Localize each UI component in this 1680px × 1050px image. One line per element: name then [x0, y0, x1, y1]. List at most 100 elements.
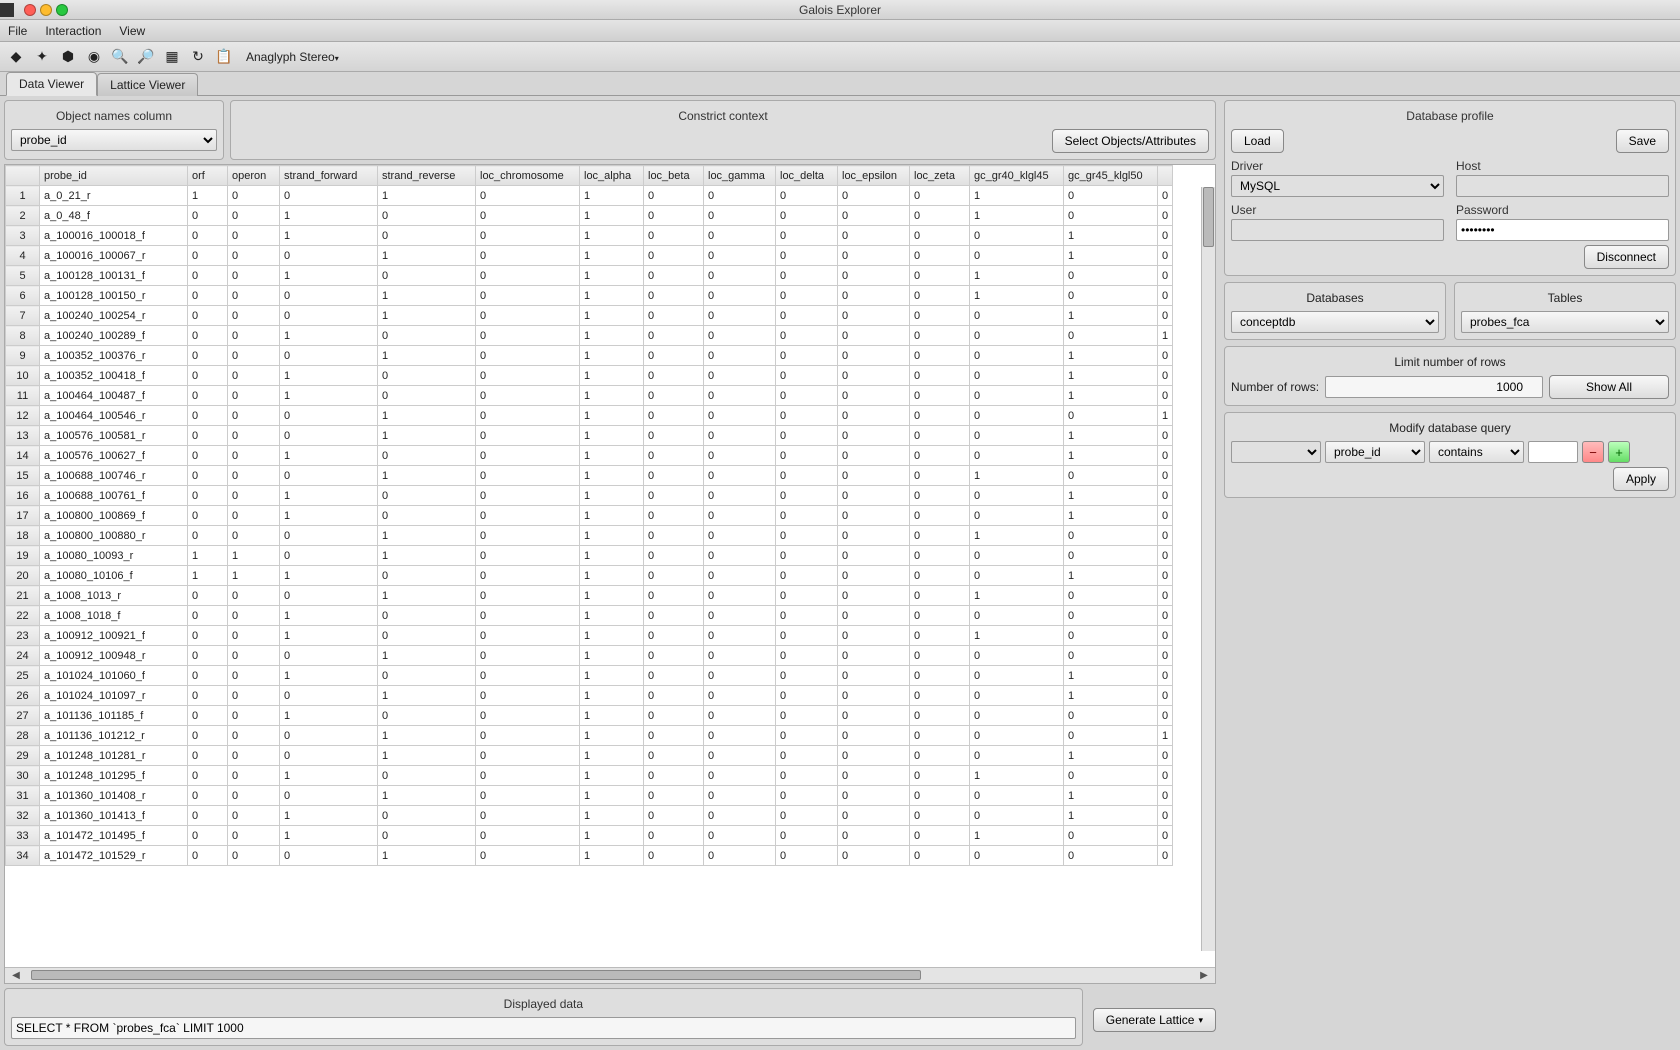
cell[interactable]: 0 — [838, 746, 910, 766]
cell[interactable]: 0 — [1064, 726, 1158, 746]
table-row[interactable]: 2a_0_48_f00100100000100 — [6, 206, 1173, 226]
cell[interactable]: 0 — [1158, 306, 1173, 326]
column-header[interactable]: strand_reverse — [378, 166, 476, 186]
cell[interactable]: 1 — [280, 226, 378, 246]
cell[interactable]: 0 — [476, 386, 580, 406]
cell[interactable]: 1 — [378, 786, 476, 806]
cell[interactable]: 1 — [378, 526, 476, 546]
cell[interactable]: 0 — [776, 466, 838, 486]
tab-lattice-viewer[interactable]: Lattice Viewer — [97, 73, 198, 96]
sql-query-input[interactable] — [11, 1017, 1076, 1039]
cell[interactable]: 1 — [1064, 346, 1158, 366]
cell[interactable]: 0 — [476, 586, 580, 606]
cell[interactable]: 0 — [838, 246, 910, 266]
cell[interactable]: 0 — [644, 266, 704, 286]
cell[interactable]: 0 — [378, 666, 476, 686]
load-button[interactable]: Load — [1231, 129, 1284, 153]
cell[interactable]: 0 — [776, 546, 838, 566]
cell[interactable]: 0 — [776, 266, 838, 286]
cell[interactable]: 0 — [776, 706, 838, 726]
cell[interactable]: 0 — [704, 266, 776, 286]
cell[interactable]: 1 — [1064, 686, 1158, 706]
cell[interactable]: 1 — [1158, 326, 1173, 346]
cell[interactable]: 0 — [644, 766, 704, 786]
cell[interactable]: 1 — [580, 686, 644, 706]
cell[interactable]: 0 — [378, 806, 476, 826]
cell[interactable]: 0 — [476, 626, 580, 646]
table-row[interactable]: 19a_10080_10093_r11010100000000 — [6, 546, 1173, 566]
cell[interactable]: 1 — [280, 446, 378, 466]
column-header[interactable]: loc_zeta — [910, 166, 970, 186]
cell[interactable]: 0 — [910, 366, 970, 386]
cell[interactable]: 1 — [580, 346, 644, 366]
cell[interactable]: 0 — [704, 226, 776, 246]
cell[interactable]: 0 — [776, 786, 838, 806]
table-row[interactable]: 10a_100352_100418_f00100100000010 — [6, 366, 1173, 386]
cell[interactable]: 0 — [476, 526, 580, 546]
cell[interactable]: 0 — [776, 806, 838, 826]
cell[interactable]: 0 — [280, 306, 378, 326]
cell[interactable]: 0 — [644, 226, 704, 246]
object-names-select[interactable]: probe_id — [11, 129, 217, 151]
cell[interactable]: 0 — [838, 326, 910, 346]
cell[interactable]: 0 — [228, 246, 280, 266]
cell[interactable]: 0 — [910, 606, 970, 626]
cell[interactable]: 1 — [580, 466, 644, 486]
cell[interactable]: 1 — [280, 266, 378, 286]
cell[interactable]: 0 — [476, 686, 580, 706]
cell[interactable]: 0 — [838, 386, 910, 406]
cell[interactable]: 1 — [280, 386, 378, 406]
cell[interactable]: 1 — [580, 606, 644, 626]
cell[interactable]: 1 — [378, 726, 476, 746]
add-condition-button[interactable]: + — [1608, 441, 1630, 463]
cell[interactable]: 0 — [838, 726, 910, 746]
cell[interactable]: 0 — [280, 466, 378, 486]
cell[interactable]: 1 — [280, 566, 378, 586]
cell[interactable]: 0 — [910, 806, 970, 826]
cell[interactable]: 0 — [228, 206, 280, 226]
cell[interactable]: 0 — [378, 606, 476, 626]
cell[interactable]: 0 — [476, 406, 580, 426]
cell[interactable]: 0 — [188, 686, 228, 706]
cell[interactable]: 1 — [970, 466, 1064, 486]
cell[interactable]: 0 — [1064, 826, 1158, 846]
cell[interactable]: 1 — [188, 566, 228, 586]
cell[interactable]: 1 — [378, 586, 476, 606]
cell[interactable]: a_100352_100376_r — [40, 346, 188, 366]
cell[interactable]: 0 — [838, 806, 910, 826]
table-row[interactable]: 32a_101360_101413_f00100100000010 — [6, 806, 1173, 826]
cell[interactable]: 0 — [910, 226, 970, 246]
table-row[interactable]: 22a_1008_1018_f00100100000000 — [6, 606, 1173, 626]
cell[interactable]: 0 — [776, 846, 838, 866]
cell[interactable]: 1 — [378, 286, 476, 306]
cell[interactable]: 0 — [476, 326, 580, 346]
cell[interactable]: 0 — [378, 386, 476, 406]
cell[interactable]: 0 — [476, 366, 580, 386]
cell[interactable]: 1 — [580, 446, 644, 466]
cell[interactable]: 0 — [228, 386, 280, 406]
cell[interactable]: 0 — [970, 406, 1064, 426]
cell[interactable]: 0 — [644, 626, 704, 646]
cell[interactable]: 0 — [970, 386, 1064, 406]
cell[interactable]: 0 — [476, 546, 580, 566]
cell[interactable]: 0 — [1158, 846, 1173, 866]
cell[interactable]: 0 — [910, 266, 970, 286]
data-table-scroll[interactable]: probe_idorfoperonstrand_forwardstrand_re… — [5, 165, 1215, 967]
cell[interactable]: 1 — [580, 846, 644, 866]
cell[interactable]: 0 — [838, 406, 910, 426]
cell[interactable]: 1 — [1064, 366, 1158, 386]
cell[interactable]: 1 — [378, 546, 476, 566]
table-row[interactable]: 7a_100240_100254_r00010100000010 — [6, 306, 1173, 326]
cell[interactable]: 0 — [704, 686, 776, 706]
cell[interactable]: 0 — [910, 246, 970, 266]
cell[interactable]: 1 — [580, 206, 644, 226]
cell[interactable]: 0 — [280, 286, 378, 306]
query-logic-select[interactable] — [1231, 441, 1321, 463]
cell[interactable]: 0 — [188, 506, 228, 526]
cell[interactable]: 0 — [476, 486, 580, 506]
cell[interactable]: 0 — [644, 326, 704, 346]
cell[interactable]: 0 — [704, 746, 776, 766]
column-header[interactable]: loc_alpha — [580, 166, 644, 186]
table-row[interactable]: 5a_100128_100131_f00100100000100 — [6, 266, 1173, 286]
cell[interactable]: 0 — [644, 746, 704, 766]
